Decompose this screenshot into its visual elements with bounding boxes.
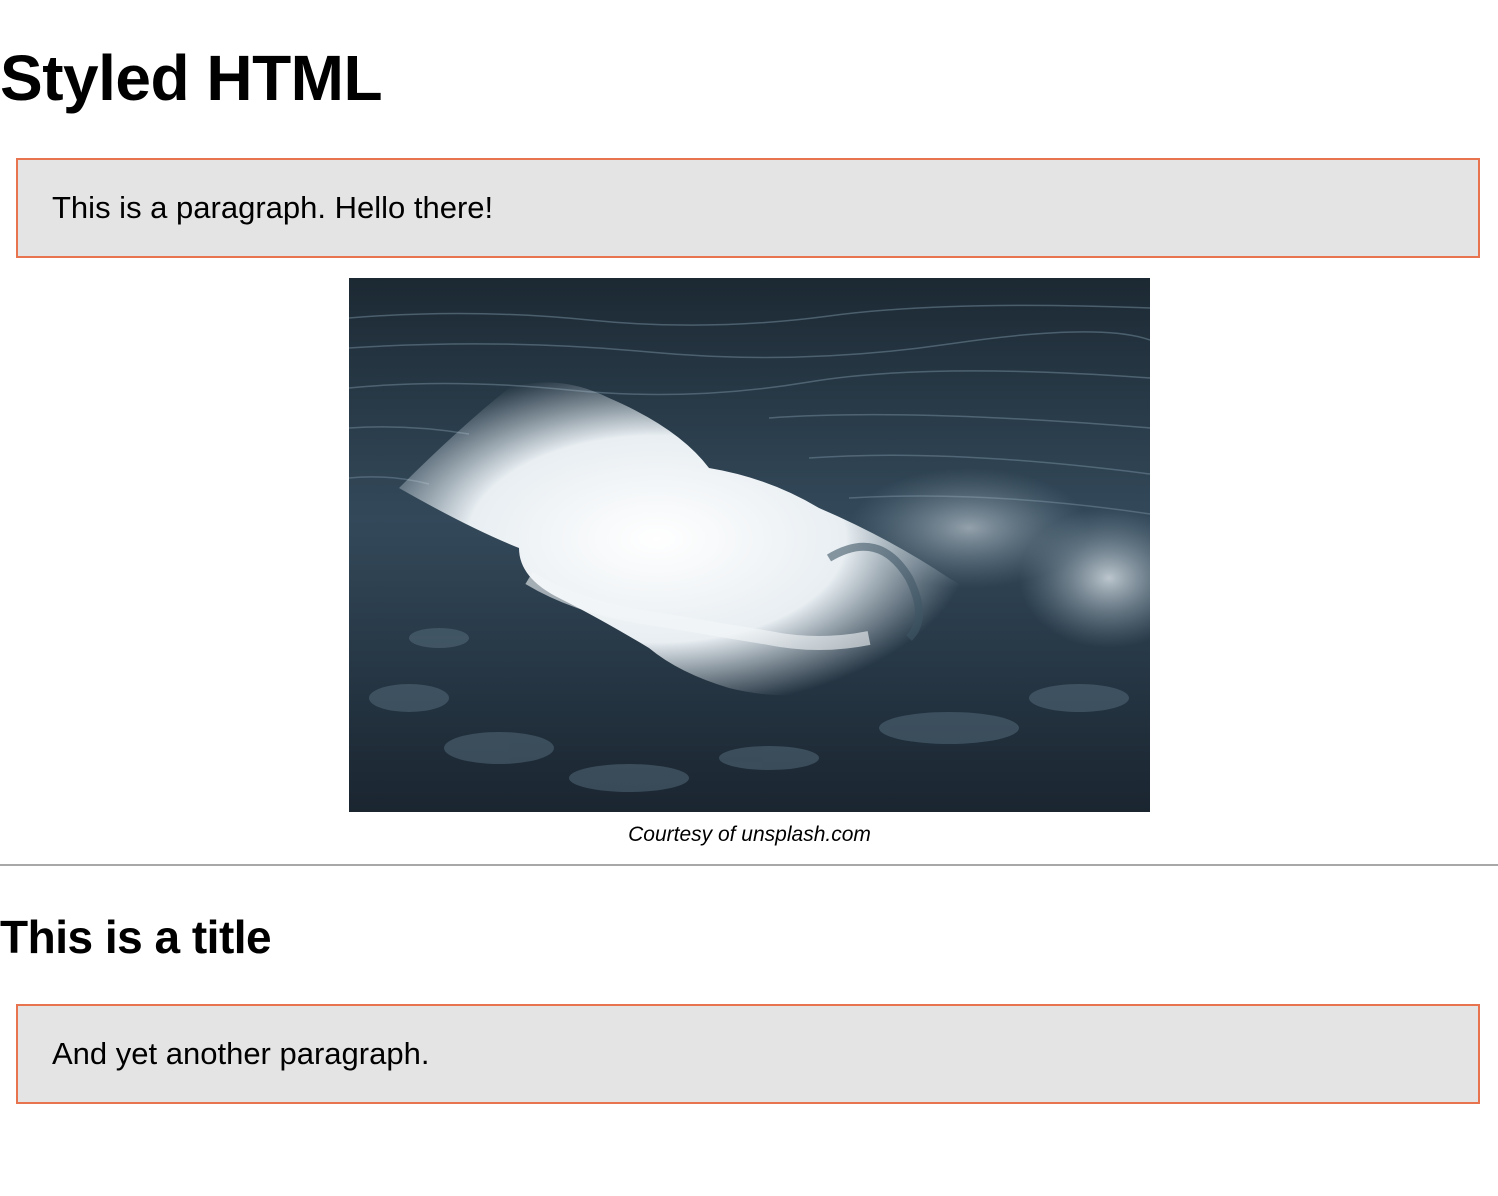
ocean-wave-image [349,278,1150,812]
paragraph-box: And yet another paragraph. [16,1004,1480,1104]
section-title: This is a title [0,911,272,963]
image-caption: Courtesy of unsplash.com [628,823,871,846]
image-figure: Courtesy of unsplash.com [349,278,1150,846]
horizontal-divider [0,864,1498,866]
paragraph-box: This is a paragraph. Hello there! [16,158,1480,258]
paragraph-text: And yet another paragraph. [52,1036,430,1071]
page-title: Styled HTML [0,42,383,114]
paragraph-text: This is a paragraph. Hello there! [52,190,494,225]
